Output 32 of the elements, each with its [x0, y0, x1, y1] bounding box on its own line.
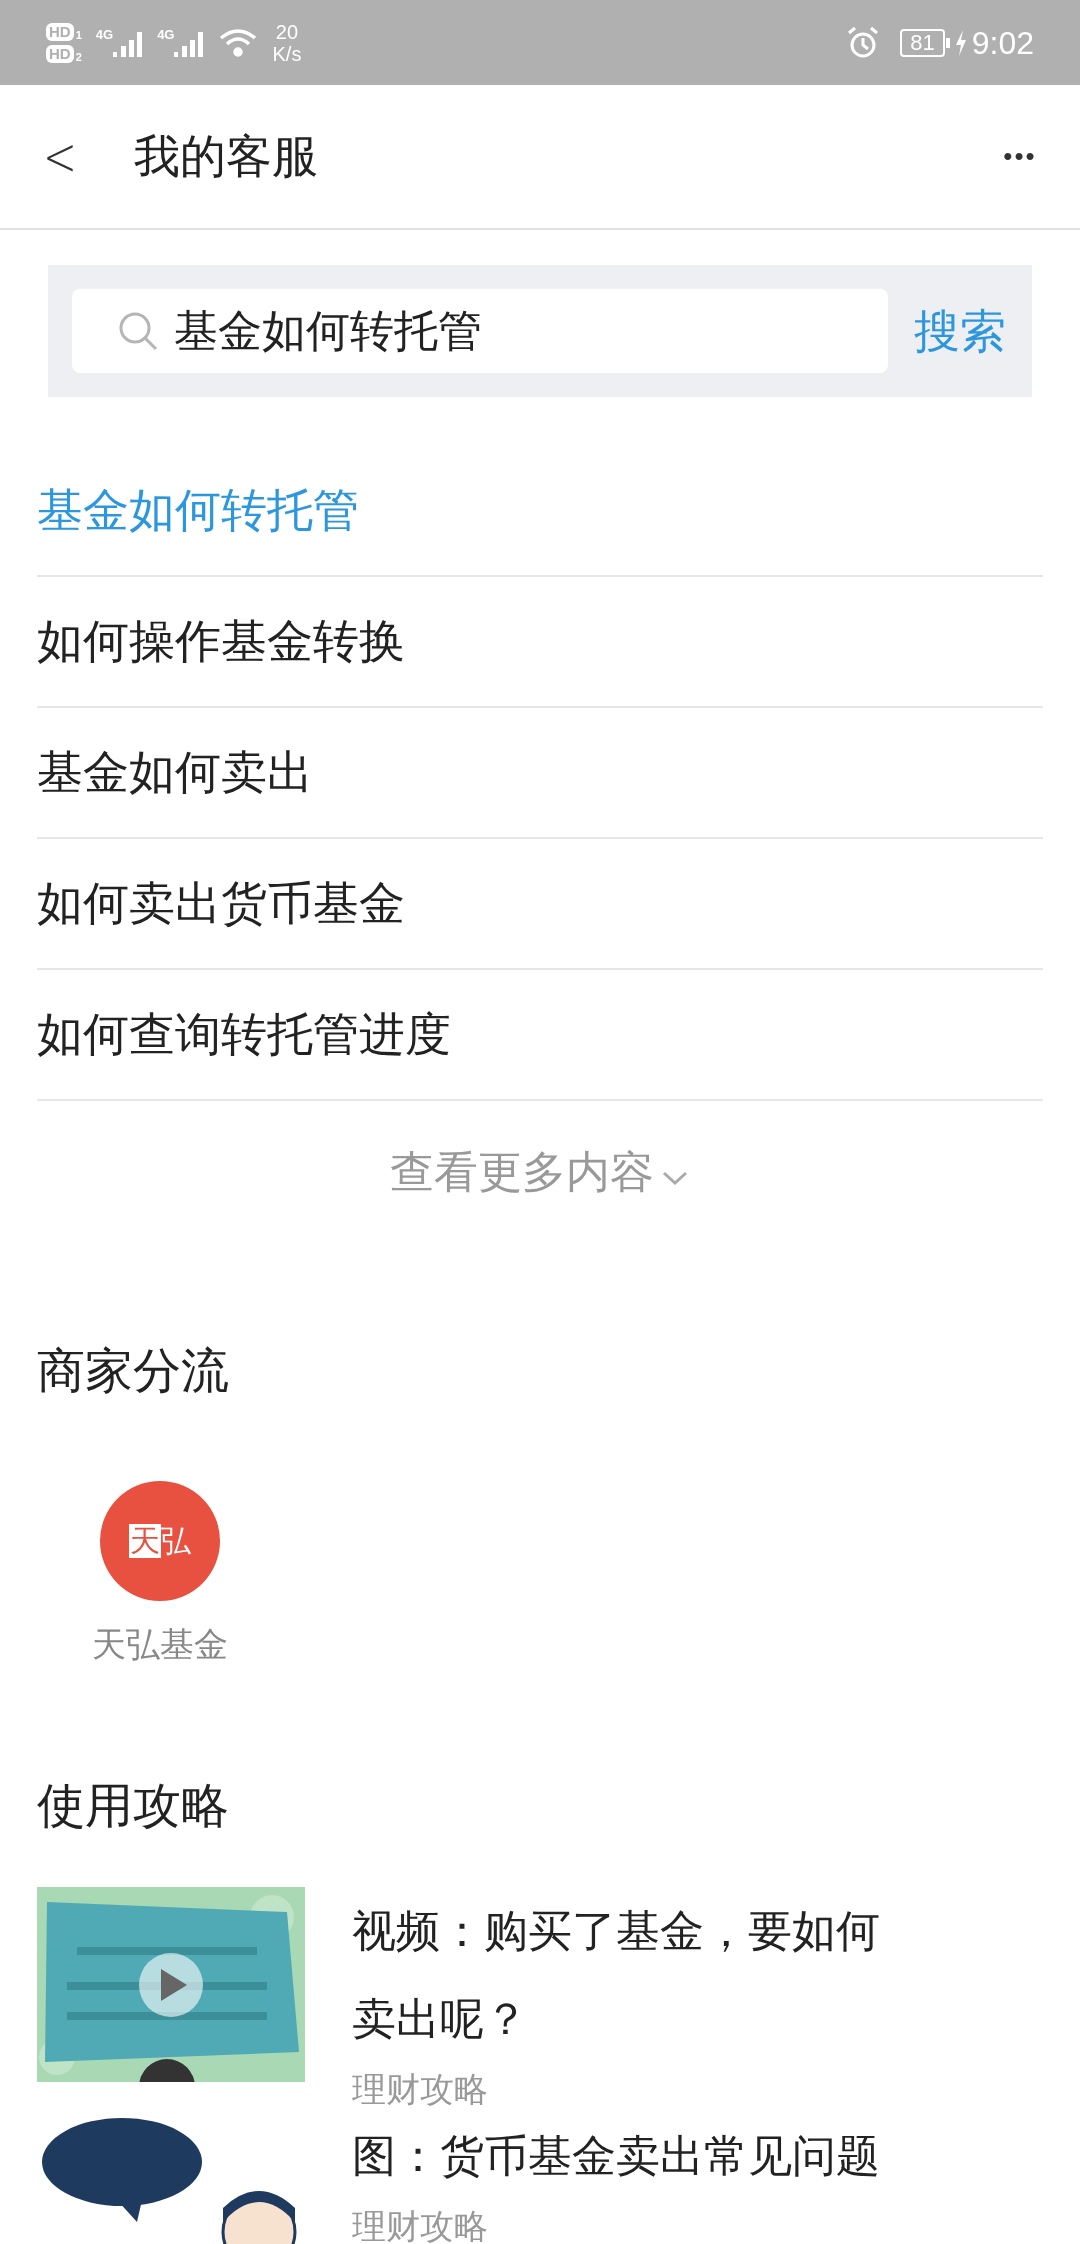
sim-slot: 2 — [75, 50, 82, 63]
wifi-icon — [218, 26, 259, 59]
merchant-name: 天弘基金 — [92, 1624, 228, 1665]
search-query: 基金如何转托管 — [174, 305, 482, 357]
article-tag: 理财攻略 — [352, 2069, 912, 2109]
clock-time: 9:02 — [971, 23, 1034, 63]
section-title: 使用攻略 — [37, 1778, 230, 1834]
charging-icon — [953, 28, 968, 57]
sim-label: HD — [46, 22, 74, 41]
article-title[interactable]: 视频：购买了基金，要如何卖出呢？ — [352, 1887, 912, 2063]
sim-slot: 1 — [75, 28, 82, 41]
battery-level: 81 — [900, 28, 945, 57]
network-label: 4G — [157, 27, 175, 42]
more-button[interactable]: ••• — [960, 84, 1080, 229]
logo-text: 天 — [129, 1524, 161, 1558]
back-button[interactable]: < — [15, 84, 105, 229]
alarm-icon — [846, 25, 881, 60]
network-label: 4G — [95, 27, 114, 42]
suggestion-item[interactable]: 基金如何卖出 — [37, 708, 1043, 839]
search-field[interactable]: 基金如何转托管 — [72, 289, 888, 373]
logo-text: 弘 — [161, 1524, 191, 1558]
network-speed: 20 — [275, 20, 299, 43]
section-title: 商家分流 — [37, 1343, 230, 1399]
speed-unit: K/s — [272, 42, 302, 65]
suggestion-item[interactable]: 如何卖出货币基金 — [37, 839, 1043, 970]
sim-label: HD — [46, 44, 74, 63]
article-title[interactable]: 图：货币基金卖出常见问题 — [352, 2112, 912, 2200]
suggestion-item[interactable]: 如何操作基金转换 — [37, 577, 1043, 708]
page-title: 我的客服 — [134, 129, 318, 184]
suggestion-item[interactable]: 如何查询转托管进度 — [37, 970, 1043, 1101]
article-tag: 理财攻略 — [352, 2206, 912, 2244]
merchant-logo[interactable]: 天弘 — [100, 1481, 220, 1601]
